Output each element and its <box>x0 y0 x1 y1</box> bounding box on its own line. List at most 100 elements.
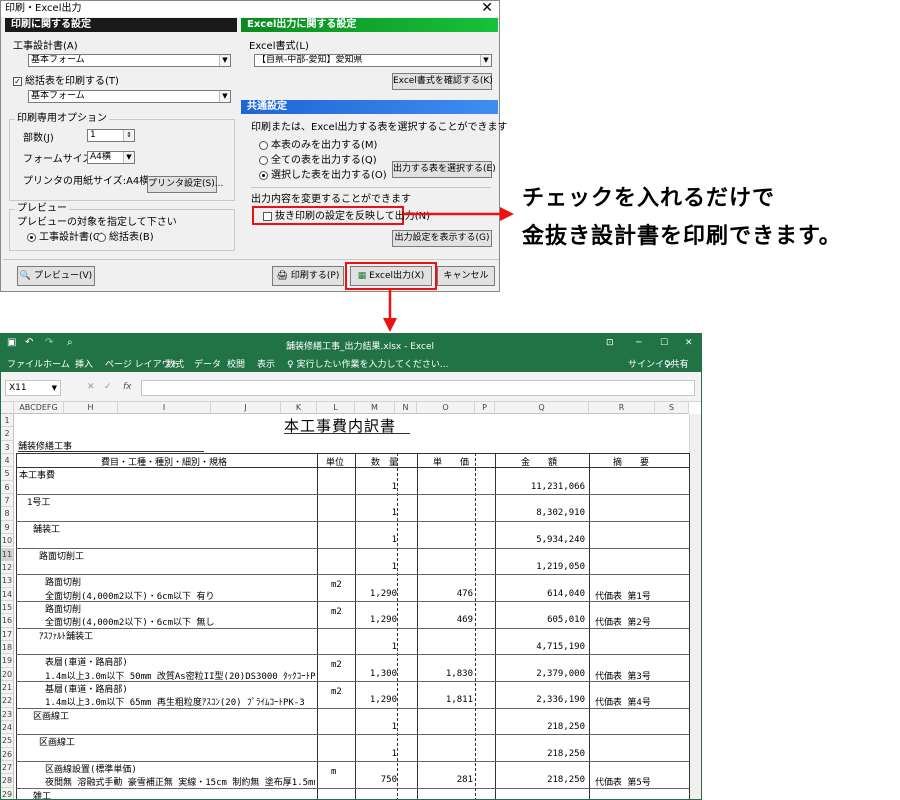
row-header[interactable]: 2 <box>1 427 14 441</box>
item-amount: 218,250 <box>547 722 585 733</box>
tab-formulas[interactable]: 数式 <box>166 357 184 370</box>
row-border <box>16 494 689 496</box>
item-amount: 11,231,066 <box>530 481 585 492</box>
table-column-border <box>317 453 318 799</box>
row-header[interactable]: 13 <box>1 574 14 588</box>
save-icon[interactable]: ▣ <box>7 337 16 348</box>
vertical-scrollbar[interactable] <box>689 414 701 799</box>
row-header[interactable]: 25 <box>1 734 14 748</box>
ribbon-tabs: ファイル ホーム 挿入 ページ レイアウト 数式 データ 校閲 表示 ♀ 実行し… <box>1 354 701 372</box>
col-header[interactable]: K <box>281 402 317 414</box>
row-header[interactable]: 11 <box>1 547 14 561</box>
item-label: 路面切削 <box>45 578 82 589</box>
col-header[interactable]: L <box>317 402 355 414</box>
row-header[interactable]: 17 <box>1 627 14 641</box>
maximize-icon[interactable]: ☐ <box>660 338 668 348</box>
row-header[interactable]: 1 <box>1 414 14 428</box>
col-header[interactable]: N <box>395 402 417 414</box>
row-border <box>16 574 689 576</box>
row-header[interactable]: 3 <box>1 440 14 455</box>
undo-icon[interactable]: ↶ <box>25 337 33 348</box>
row-header[interactable]: 14 <box>1 587 14 601</box>
item-label: 基層(車道・路肩部) <box>45 685 128 695</box>
row-header[interactable]: 26 <box>1 747 14 762</box>
confirm-entry-icon[interactable]: ✓ <box>104 382 112 392</box>
tab-file[interactable]: ファイル <box>7 357 43 370</box>
col-header[interactable]: Q <box>495 402 589 414</box>
col-header[interactable]: I <box>118 402 211 414</box>
dashed-column-divider <box>475 453 476 799</box>
dashed-column-divider <box>397 453 398 799</box>
tab-insert[interactable]: 挿入 <box>75 357 93 370</box>
select-all-corner[interactable] <box>1 402 14 414</box>
row-header[interactable]: 12 <box>1 560 14 575</box>
cancel-entry-icon[interactable]: ✕ <box>87 382 95 392</box>
row-border <box>16 627 689 629</box>
item-label: 雑工 <box>33 791 52 800</box>
minimize-icon[interactable]: ─ <box>636 338 641 348</box>
col-header[interactable]: M <box>355 402 395 414</box>
row-header[interactable]: 8 <box>1 507 14 521</box>
item-amount: 2,336,190 <box>536 695 585 706</box>
table-column-border <box>589 453 590 799</box>
item-spec: 夜間無 溶融式手動 豪雪補正無 実線・15cm 制約無 塗布厚1.5mm 排 <box>45 778 315 789</box>
row-header[interactable]: 21 <box>1 681 14 695</box>
item-qty: 1 <box>391 561 397 572</box>
item-amount: 614,040 <box>547 588 585 599</box>
row-header[interactable]: 23 <box>1 707 14 722</box>
item-qty: 1 <box>391 641 397 652</box>
row-header[interactable]: 19 <box>1 654 14 668</box>
row-header[interactable]: 28 <box>1 774 14 788</box>
redo-icon[interactable]: ↷ <box>45 337 53 348</box>
close-icon[interactable]: ✕ <box>685 338 693 348</box>
tab-home[interactable]: ホーム <box>43 357 70 370</box>
col-header[interactable]: ABCDEFG <box>14 402 64 414</box>
callout-line-1: チェックを入れるだけで <box>522 186 776 211</box>
function-icon[interactable]: fx <box>123 382 132 392</box>
formula-input[interactable] <box>141 380 695 396</box>
row-header[interactable]: 4 <box>1 454 14 468</box>
row-header[interactable]: 9 <box>1 520 14 535</box>
row-header[interactable]: 18 <box>1 640 14 655</box>
row-header[interactable]: 27 <box>1 761 14 775</box>
arrow-head-right <box>500 207 514 221</box>
person-icon: ⚲ <box>664 360 671 370</box>
callout-line-2: 金抜き設計書を印刷できます。 <box>522 224 842 249</box>
formula-bar-area: X11 ▼ ✕ ✓ fx <box>1 372 701 402</box>
tell-me-box[interactable]: ♀ 実行したい作業を入力してください... <box>287 357 449 370</box>
row-header[interactable]: 22 <box>1 694 14 708</box>
print-preview-icon[interactable]: ⌕ <box>67 337 73 348</box>
row-header[interactable]: 5 <box>1 467 14 481</box>
share-button[interactable]: ⚲共有 <box>664 357 689 370</box>
item-amount: 218,250 <box>547 775 585 786</box>
excel-window-title: 舗装修繕工事_出力結果.xlsx - Excel <box>286 342 435 352</box>
row-header[interactable]: 15 <box>1 600 14 615</box>
item-unit: m <box>331 767 337 778</box>
name-box[interactable]: X11 ▼ <box>5 380 61 396</box>
tab-view[interactable]: 表示 <box>257 357 275 370</box>
col-header[interactable]: P <box>475 402 495 414</box>
row-header[interactable]: 24 <box>1 721 14 735</box>
col-header[interactable]: R <box>589 402 655 414</box>
col-header[interactable]: S <box>655 402 689 414</box>
row-header[interactable]: 20 <box>1 667 14 681</box>
row-header[interactable]: 6 <box>1 480 14 495</box>
tab-data[interactable]: データ <box>194 357 221 370</box>
item-spec: 全面切削(4,000m2以下)・6cm以下 無し <box>45 618 215 629</box>
header-amount: 金 額 <box>521 458 558 469</box>
row-header[interactable]: 10 <box>1 534 14 548</box>
col-header[interactable]: H <box>64 402 118 414</box>
item-qty: 1 <box>391 722 397 733</box>
item-label: 区画線工 <box>39 738 76 749</box>
row-header[interactable]: 16 <box>1 614 14 628</box>
col-header[interactable]: O <box>417 402 475 414</box>
tab-review[interactable]: 校閲 <box>227 357 245 370</box>
item-qty: 1,300 <box>369 668 397 679</box>
item-amount: 218,250 <box>547 748 585 759</box>
item-price: 1,830 <box>445 668 473 679</box>
row-header[interactable]: 29 <box>1 787 14 799</box>
item-price: 469 <box>456 615 473 626</box>
col-header[interactable]: J <box>211 402 281 414</box>
row-header[interactable]: 7 <box>1 494 14 508</box>
ribbon-options-icon[interactable]: ⊡ <box>606 338 614 348</box>
